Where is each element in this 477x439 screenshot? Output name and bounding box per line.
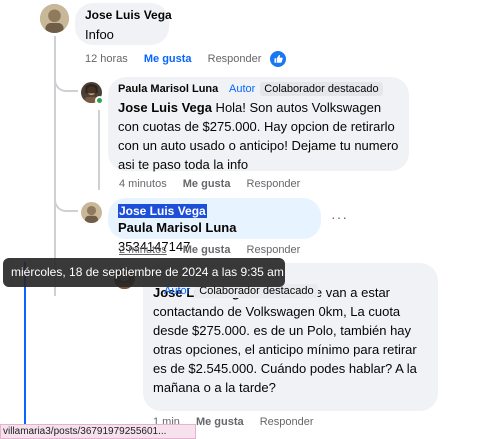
author-badge: Autor (229, 83, 256, 95)
reply-author[interactable]: Paula Marisol Luna (118, 83, 218, 95)
more-options-button[interactable]: ··· (331, 209, 348, 225)
comment-bubble: Jose Luis Vega Infoo (75, 3, 172, 45)
reply-author[interactable]: Jose Luis Vega (118, 204, 207, 218)
reply-text: Jose Luis Vega Hola! Son autos Volkswage… (118, 98, 399, 174)
thread-connector (54, 190, 78, 212)
comment-timestamp[interactable]: 12 horas (85, 53, 128, 65)
thumbs-up-icon[interactable] (270, 51, 286, 67)
mention-link[interactable]: Jose Luis Vega (118, 100, 212, 115)
reply-actions: 4 minutos Me gusta Responder (119, 178, 313, 190)
like-button[interactable]: Me gusta (144, 53, 192, 65)
reply-button[interactable]: Responder (260, 416, 314, 428)
thread-line (98, 110, 100, 190)
avatar[interactable] (40, 4, 69, 33)
avatar[interactable] (81, 202, 102, 223)
reply-button[interactable]: Responder (247, 244, 301, 256)
comment-text: Infoo (85, 27, 114, 42)
author-badges: Autor Colaborador destacado (229, 82, 383, 96)
like-button[interactable]: Me gusta (196, 416, 244, 428)
reply-actions: 2 minutos Me gusta Responder (119, 244, 313, 256)
comment-author[interactable]: Jose Luis Vega (85, 8, 172, 22)
top-contributor-badge: Colaborador destacado (260, 82, 383, 96)
thread-focus-line (24, 262, 26, 439)
like-button[interactable]: Me gusta (183, 178, 231, 190)
reply-timestamp[interactable]: 2 minutos (119, 244, 167, 256)
status-url: villamaria3/posts/36791979255601... (0, 424, 196, 439)
reply-timestamp[interactable]: 4 minutos (119, 178, 167, 190)
thread-connector (54, 70, 78, 92)
reply-text: Jose Luis Vega Perfecto! Se van a estar … (153, 283, 428, 397)
timestamp-tooltip: miércoles, 18 de septiembre de 2024 a la… (3, 258, 285, 287)
reply-button[interactable]: Responder (247, 178, 301, 190)
online-status-indicator (95, 96, 104, 105)
reply-message: Perfecto! Se van a estar contactando de … (153, 285, 417, 395)
mention-link[interactable]: Paula Marisol Luna (118, 220, 236, 235)
reply-button[interactable]: Responder (208, 53, 262, 65)
comment-actions: 12 horas Me gusta Responder (85, 53, 274, 65)
like-button[interactable]: Me gusta (183, 244, 231, 256)
reply-bubble: Jose Luis Vega Paula Marisol Luna 353414… (108, 198, 321, 254)
